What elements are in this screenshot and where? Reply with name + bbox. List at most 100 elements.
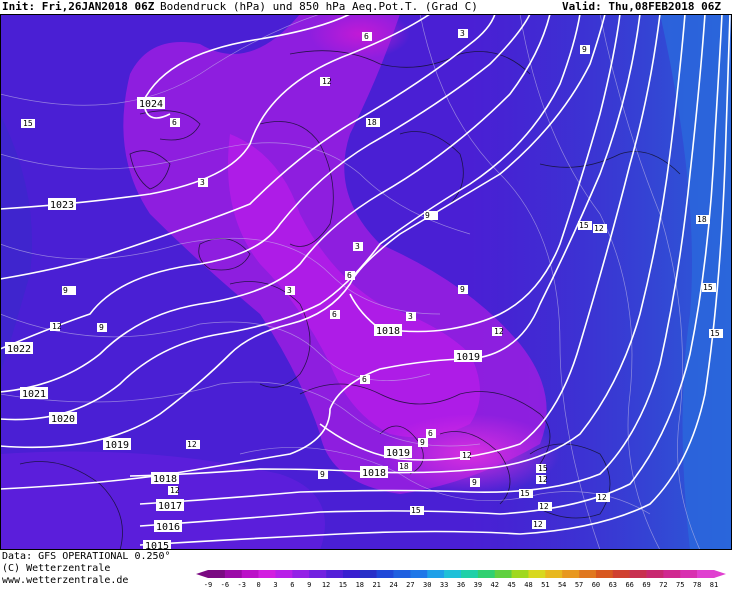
svg-text:12: 12	[170, 486, 180, 495]
colorbar-tick-label: 9	[307, 581, 311, 589]
svg-text:1016: 1016	[156, 522, 180, 533]
isobar-label: 1015	[143, 540, 171, 550]
isobar-label: 1021	[20, 387, 48, 400]
svg-text:3: 3	[200, 178, 205, 187]
theta-label: 12	[186, 440, 200, 449]
theta-label: 12	[536, 475, 548, 484]
svg-text:12: 12	[52, 322, 62, 331]
theta-label: 9	[318, 470, 328, 479]
svg-text:12: 12	[539, 502, 549, 511]
colorbar-tick-label: 6	[290, 581, 294, 589]
svg-text:3: 3	[460, 29, 465, 38]
weather-map: 1024 1023 1022 1021 1020 1019 1018 1018 …	[0, 14, 732, 550]
svg-text:12: 12	[597, 493, 607, 502]
theta-label: 3	[285, 286, 295, 295]
theta-label: 3	[198, 178, 208, 187]
colorbar-swatch	[427, 570, 445, 578]
theta-label: 12	[50, 322, 62, 331]
svg-text:9: 9	[320, 470, 325, 479]
map-header: Init: Fri,26JAN2018 06Z Bodendruck (hPa)…	[0, 0, 732, 14]
isobar-label: 1020	[49, 412, 77, 425]
theta-label: 15	[410, 506, 424, 515]
colorbar-tick-label: -6	[221, 581, 229, 589]
colorbar-tick-label: 75	[676, 581, 684, 589]
svg-text:15: 15	[710, 329, 720, 338]
svg-text:1017: 1017	[158, 501, 182, 512]
isobar-label: 1018	[151, 472, 179, 485]
isobar-label: 1019	[384, 446, 412, 459]
colorbar-swatch	[461, 570, 479, 578]
colorbar-swatch	[359, 570, 377, 578]
svg-text:1018: 1018	[362, 468, 386, 479]
theta-label: 18	[696, 215, 710, 224]
colorbar-tick-label: 81	[710, 581, 718, 589]
theta-label: 12	[168, 486, 180, 495]
theta-label: 15	[21, 119, 35, 128]
svg-text:9: 9	[472, 478, 477, 487]
colorbar-tick-label: 57	[575, 581, 583, 589]
colorbar-swatch	[393, 570, 411, 578]
theta-label: 9	[97, 323, 107, 332]
colorbar-swatch	[579, 570, 597, 578]
copyright: (C) Wetterzentrale	[2, 563, 111, 574]
svg-text:9: 9	[460, 285, 465, 294]
colorbar-tick-label: 36	[457, 581, 465, 589]
svg-text:15: 15	[579, 221, 589, 230]
theta-label: 9	[418, 438, 428, 447]
svg-text:9: 9	[425, 211, 430, 220]
theta-label: 15	[702, 283, 716, 292]
colorbar-tick-label: 51	[541, 581, 549, 589]
colorbar-tick-label: 12	[322, 581, 330, 589]
theta-label: 15	[536, 464, 548, 473]
colorbar-tick-label: 33	[440, 581, 448, 589]
colorbar-swatch	[494, 570, 512, 578]
svg-text:18: 18	[697, 215, 707, 224]
svg-text:1015: 1015	[145, 541, 169, 550]
svg-text:1024: 1024	[139, 99, 163, 110]
theta-label: 6	[330, 310, 340, 319]
theta-label: 15	[578, 221, 592, 230]
colorbar-swatches	[196, 570, 726, 578]
svg-text:6: 6	[347, 271, 352, 280]
theta-label: 6	[362, 32, 372, 41]
svg-text:6: 6	[362, 375, 367, 384]
colorbar-arrow-right	[714, 570, 726, 578]
colorbar-tick-label: 15	[339, 581, 347, 589]
colorbar-swatch	[376, 570, 394, 578]
theta-label: 9	[580, 45, 590, 54]
colorbar-swatch	[562, 570, 580, 578]
colorbar-tick-label: 39	[474, 581, 482, 589]
colorbar-tick-label: 69	[642, 581, 650, 589]
colorbar-tick-label: 63	[609, 581, 617, 589]
theta-label: 3	[353, 242, 363, 251]
colorbar-tick-label: 27	[406, 581, 414, 589]
theta-label: 9	[458, 285, 468, 294]
svg-text:3: 3	[408, 312, 413, 321]
isobar-label: 1018	[360, 466, 388, 479]
svg-text:15: 15	[703, 283, 713, 292]
colorbar-swatch	[224, 570, 243, 578]
colorbar-tick-label: 54	[558, 581, 566, 589]
theta-label: 18	[366, 118, 380, 127]
colorbar-tick-label: 66	[625, 581, 633, 589]
svg-text:15: 15	[23, 119, 33, 128]
theta-label: 9	[424, 211, 438, 220]
theta-label: 9	[62, 286, 76, 295]
svg-text:12: 12	[533, 520, 543, 529]
svg-text:1018: 1018	[153, 474, 177, 485]
svg-text:9: 9	[99, 323, 104, 332]
theta-label: 12	[593, 224, 607, 233]
theta-label: 3	[406, 312, 416, 321]
svg-text:9: 9	[420, 438, 425, 447]
colorbar-swatch	[275, 570, 293, 578]
colorbar-swatch	[410, 570, 428, 578]
theta-label: 6	[360, 375, 370, 384]
isobar-label: 1018	[374, 324, 402, 337]
svg-text:12: 12	[187, 440, 197, 449]
colorbar-tick-label: 3	[273, 581, 277, 589]
isobar-label: 1022	[5, 342, 33, 355]
colorbar-swatch	[511, 570, 529, 578]
svg-text:6: 6	[428, 429, 433, 438]
svg-text:1021: 1021	[22, 389, 46, 400]
theta-label: 12	[538, 502, 552, 511]
